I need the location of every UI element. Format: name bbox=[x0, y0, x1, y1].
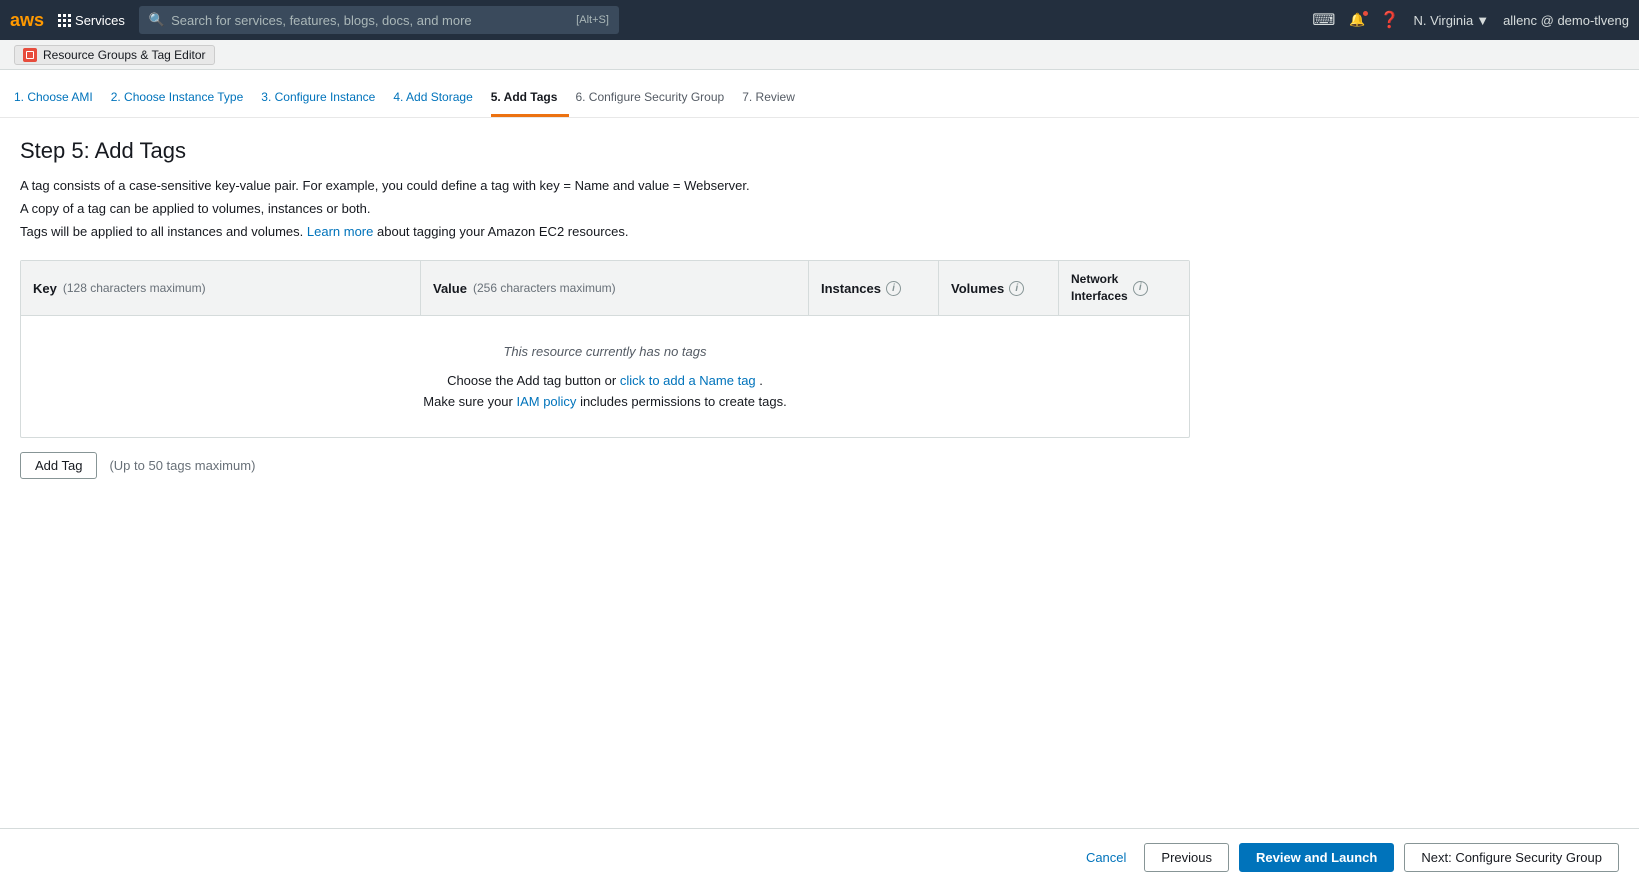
iam-hint-suffix: includes permissions to create tags. bbox=[580, 394, 787, 409]
add-tag-hint: Choose the Add tag button or click to ad… bbox=[49, 373, 1161, 388]
desc-line-2: A copy of a tag can be applied to volume… bbox=[20, 199, 1619, 220]
resource-groups-tag[interactable]: Resource Groups & Tag Editor bbox=[14, 45, 215, 65]
notification-dot bbox=[1362, 10, 1369, 17]
col-value-hint: (256 characters maximum) bbox=[473, 281, 616, 295]
desc-line-3: Tags will be applied to all instances an… bbox=[20, 222, 1619, 243]
add-hint-suffix: . bbox=[759, 373, 763, 388]
iam-hint: Make sure your IAM policy includes permi… bbox=[49, 394, 1161, 409]
step-2[interactable]: 2. Choose Instance Type bbox=[111, 90, 256, 117]
resource-icon-inner bbox=[26, 51, 34, 59]
step-3-link[interactable]: 3. Configure Instance bbox=[261, 90, 375, 104]
col-network-header: NetworkInterfaces i bbox=[1059, 261, 1189, 315]
notifications-icon[interactable]: 🔔 bbox=[1349, 12, 1365, 28]
step-7[interactable]: 7. Review bbox=[742, 90, 807, 117]
resource-label: Resource Groups & Tag Editor bbox=[43, 48, 206, 62]
nav-right: ⌨ 🔔 ❓ N. Virginia ▼ allenc @ demo-tlveng bbox=[1312, 10, 1629, 30]
col-value-header: Value (256 characters maximum) bbox=[421, 261, 809, 315]
step-4-link[interactable]: 4. Add Storage bbox=[393, 90, 472, 104]
region-chevron-icon: ▼ bbox=[1476, 13, 1489, 28]
user-label: allenc @ demo-tlveng bbox=[1503, 13, 1629, 28]
aws-logo[interactable]: aws bbox=[10, 11, 48, 29]
search-input[interactable] bbox=[171, 13, 570, 28]
col-volumes-header: Volumes i bbox=[939, 261, 1059, 315]
tags-table: Key (128 characters maximum) Value (256 … bbox=[20, 260, 1190, 438]
iam-hint-prefix: Make sure your bbox=[423, 394, 516, 409]
step-1[interactable]: 1. Choose AMI bbox=[14, 90, 105, 117]
table-empty-state: This resource currently has no tags Choo… bbox=[21, 316, 1189, 437]
aws-logo-text: aws bbox=[10, 11, 44, 29]
services-button[interactable]: Services bbox=[58, 13, 125, 28]
iam-policy-link[interactable]: IAM policy bbox=[516, 394, 576, 409]
step-4[interactable]: 4. Add Storage bbox=[393, 90, 484, 117]
click-to-add-name-tag-link[interactable]: click to add a Name tag bbox=[620, 373, 756, 388]
learn-more-link[interactable]: Learn more bbox=[307, 224, 373, 239]
previous-button[interactable]: Previous bbox=[1144, 843, 1229, 872]
step-3[interactable]: 3. Configure Instance bbox=[261, 90, 387, 117]
desc3-prefix: Tags will be applied to all instances an… bbox=[20, 224, 307, 239]
desc-line-1: A tag consists of a case-sensitive key-v… bbox=[20, 176, 1619, 197]
add-tag-section: Add Tag (Up to 50 tags maximum) bbox=[20, 452, 1619, 479]
step-2-link[interactable]: 2. Choose Instance Type bbox=[111, 90, 244, 104]
col-key-label: Key bbox=[33, 281, 57, 296]
instances-info-icon[interactable]: i bbox=[886, 281, 901, 296]
col-volumes-label: Volumes bbox=[951, 281, 1004, 296]
col-network-label: NetworkInterfaces bbox=[1071, 271, 1128, 305]
network-info-icon[interactable]: i bbox=[1133, 281, 1148, 296]
main-content: Step 5: Add Tags A tag consists of a cas… bbox=[0, 118, 1639, 828]
step-5[interactable]: 5. Add Tags bbox=[491, 90, 570, 117]
col-value-label: Value bbox=[433, 281, 467, 296]
cancel-button[interactable]: Cancel bbox=[1078, 844, 1134, 871]
search-icon: 🔍 bbox=[149, 12, 165, 28]
top-navigation: aws Services 🔍 [Alt+S] ⌨ 🔔 ❓ N. Virginia… bbox=[0, 0, 1639, 40]
col-key-header: Key (128 characters maximum) bbox=[21, 261, 421, 315]
footer: Cancel Previous Review and Launch Next: … bbox=[0, 828, 1639, 886]
no-tags-message: This resource currently has no tags bbox=[49, 344, 1161, 359]
search-bar[interactable]: 🔍 [Alt+S] bbox=[139, 6, 619, 34]
wizard-steps: 1. Choose AMI 2. Choose Instance Type 3.… bbox=[0, 70, 1639, 118]
step-6-label: 6. Configure Security Group bbox=[575, 90, 724, 104]
description: A tag consists of a case-sensitive key-v… bbox=[20, 176, 1619, 242]
desc3-suffix: about tagging your Amazon EC2 resources. bbox=[377, 224, 628, 239]
step-1-link[interactable]: 1. Choose AMI bbox=[14, 90, 93, 104]
services-label: Services bbox=[75, 13, 125, 28]
region-selector[interactable]: N. Virginia ▼ bbox=[1413, 13, 1489, 28]
step-5-label: 5. Add Tags bbox=[491, 90, 558, 104]
max-tags-hint: (Up to 50 tags maximum) bbox=[109, 458, 255, 473]
resource-icon bbox=[23, 48, 37, 62]
volumes-info-icon[interactable]: i bbox=[1009, 281, 1024, 296]
user-menu[interactable]: allenc @ demo-tlveng bbox=[1503, 13, 1629, 28]
step-7-label: 7. Review bbox=[742, 90, 795, 104]
grid-icon bbox=[58, 14, 71, 27]
col-instances-label: Instances bbox=[821, 281, 881, 296]
terminal-icon[interactable]: ⌨ bbox=[1312, 10, 1335, 30]
help-icon[interactable]: ❓ bbox=[1380, 10, 1400, 30]
region-label: N. Virginia bbox=[1413, 13, 1473, 28]
step-6[interactable]: 6. Configure Security Group bbox=[575, 90, 736, 117]
col-key-hint: (128 characters maximum) bbox=[63, 281, 206, 295]
review-and-launch-button[interactable]: Review and Launch bbox=[1239, 843, 1394, 872]
add-tag-button[interactable]: Add Tag bbox=[20, 452, 97, 479]
resource-bar: Resource Groups & Tag Editor bbox=[0, 40, 1639, 70]
page-title: Step 5: Add Tags bbox=[20, 138, 1619, 164]
col-instances-header: Instances i bbox=[809, 261, 939, 315]
search-shortcut: [Alt+S] bbox=[576, 14, 609, 26]
add-hint-prefix: Choose the Add tag button or bbox=[447, 373, 620, 388]
next-configure-security-group-button[interactable]: Next: Configure Security Group bbox=[1404, 843, 1619, 872]
table-header: Key (128 characters maximum) Value (256 … bbox=[21, 261, 1189, 316]
